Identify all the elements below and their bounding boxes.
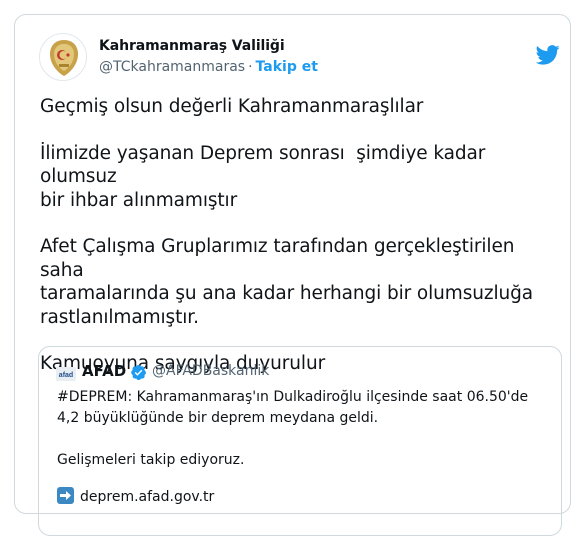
afad-logo[interactable]: afad: [56, 367, 76, 381]
right-arrow-icon: [57, 487, 74, 504]
author-display-name[interactable]: Kahramanmaraş Valiliği: [99, 38, 285, 54]
separator-dot: ·: [248, 59, 253, 75]
author-avatar[interactable]: [39, 33, 87, 81]
tweet-paragraph: İlimizde yaşanan Deprem sonrası şimdiye …: [40, 142, 486, 211]
author-handle[interactable]: @TCkahramanmaras: [99, 59, 245, 75]
tweet-text: Geçmiş olsun değerli Kahramanmaraşlılar …: [40, 95, 555, 376]
quoted-paragraph: Gelişmeleri takip ediyoruz.: [57, 452, 245, 468]
quoted-link-text[interactable]: deprem.afad.gov.tr: [80, 489, 214, 505]
tweet-card: Kahramanmaraş Valiliği @TCkahramanmaras ·…: [14, 14, 571, 536]
quoted-paragraph: #DEPREM: Kahramanmaraş'ın Dulkadiroğlu i…: [57, 389, 529, 426]
follow-button[interactable]: Takip et: [256, 59, 318, 75]
author-handle-row: @TCkahramanmaras · Takip et: [99, 59, 318, 75]
tweet-paragraph: Afet Çalışma Gruplarımız tarafından gerç…: [40, 236, 534, 328]
tweet-paragraph: Geçmiş olsun değerli Kahramanmaraşlılar: [40, 96, 424, 117]
governorship-emblem-icon: [50, 40, 78, 76]
quoted-text: #DEPREM: Kahramanmaraş'ın Dulkadiroğlu i…: [57, 387, 547, 471]
verified-badge-icon: [131, 364, 147, 381]
quoted-handle[interactable]: @AFADBaskanlik: [152, 363, 269, 379]
quoted-display-name[interactable]: AFAD: [82, 362, 126, 380]
quoted-tweet[interactable]: afad AFAD @AFADBaskanlik #DEPREM: Kahram…: [38, 346, 562, 536]
afad-logo-text: afad: [59, 372, 73, 379]
quoted-link[interactable]: deprem.afad.gov.tr: [57, 487, 214, 505]
twitter-bird-icon[interactable]: [536, 45, 560, 65]
